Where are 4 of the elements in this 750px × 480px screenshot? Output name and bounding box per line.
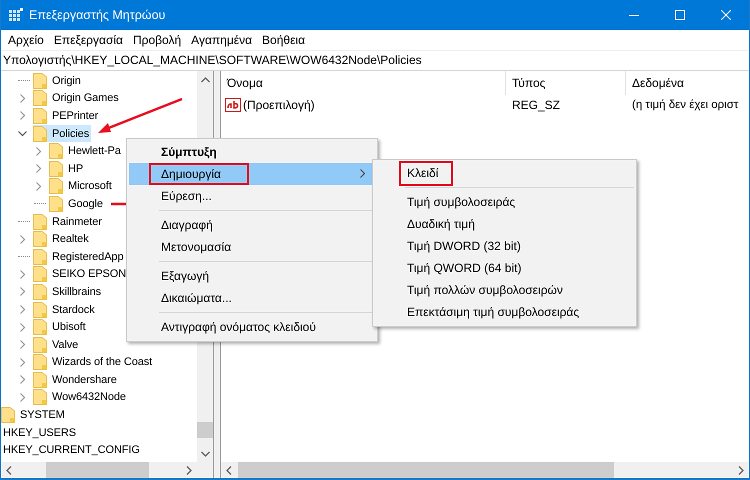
- table-cell: (Προεπιλογή): [243, 98, 315, 112]
- table-cell-text: REG_SZ: [511, 98, 562, 112]
- table-cell-text: (η τιμή δεν έχει οριστ: [631, 98, 740, 110]
- window-title: Επεξεργαστής Μητρώου: [29, 8, 166, 22]
